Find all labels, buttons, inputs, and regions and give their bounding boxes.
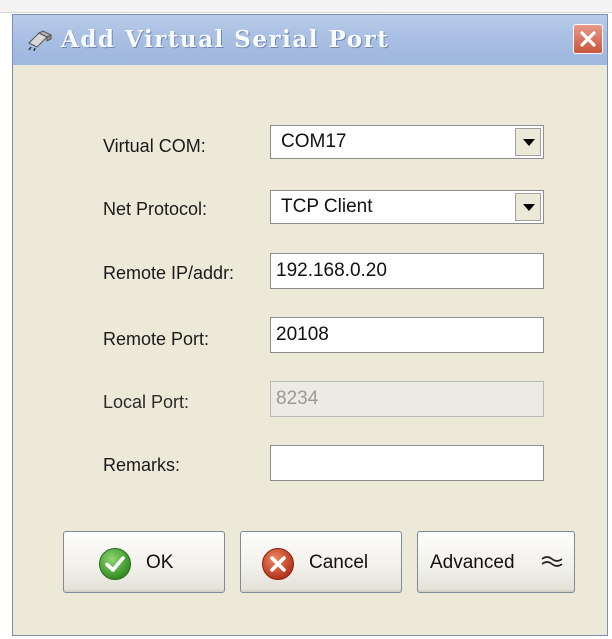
advanced-label: Advanced — [430, 552, 515, 573]
remote-port-input[interactable] — [270, 317, 544, 353]
ok-label: OK — [146, 552, 174, 573]
virtual-com-label: Virtual COM: — [103, 136, 206, 156]
ok-button[interactable]: OK — [63, 531, 225, 593]
close-icon — [580, 31, 596, 47]
remarks-label: Remarks: — [103, 455, 181, 475]
cancel-button[interactable]: Cancel — [240, 531, 402, 593]
chevron-down-icon — [523, 139, 535, 146]
net-protocol-value: TCP Client — [281, 196, 373, 217]
checkmark-circle-icon — [98, 547, 132, 586]
net-protocol-label: Net Protocol: — [103, 199, 208, 219]
advanced-button[interactable]: Advanced — [417, 531, 575, 593]
cancel-label: Cancel — [309, 552, 369, 573]
remote-ip-input[interactable] — [270, 253, 544, 289]
net-protocol-dropdown-button[interactable] — [515, 193, 541, 221]
remote-port-label: Remote Port: — [103, 329, 210, 349]
title-bar[interactable]: Add Virtual Serial Port — [13, 15, 607, 65]
net-protocol-select[interactable]: TCP Client — [270, 190, 544, 224]
network-plug-icon — [27, 29, 55, 52]
virtual-com-select[interactable]: COM17 — [270, 125, 544, 159]
virtual-com-value: COM17 — [281, 131, 347, 152]
remote-ip-label: Remote IP/addr: — [103, 263, 235, 283]
remarks-input[interactable] — [270, 445, 544, 481]
local-port-input — [270, 381, 544, 417]
add-virtual-serial-port-dialog: Add Virtual Serial Port Virtual COM: COM… — [12, 14, 608, 636]
local-port-label: Local Port: — [103, 392, 190, 412]
background-window-strip — [0, 0, 612, 13]
window-title: Add Virtual Serial Port — [61, 26, 390, 53]
close-button[interactable] — [573, 24, 603, 54]
x-circle-icon — [261, 547, 295, 586]
virtual-com-dropdown-button[interactable] — [515, 128, 541, 156]
double-chevron-icon — [541, 554, 563, 573]
chevron-down-icon — [523, 204, 535, 211]
